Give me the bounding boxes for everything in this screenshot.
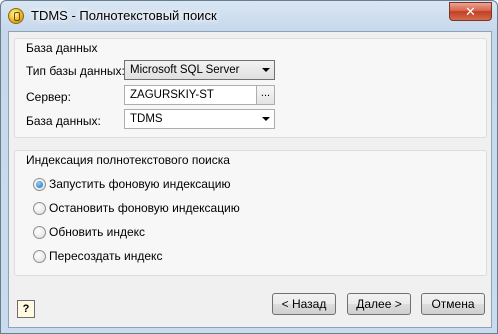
db-type-select[interactable]: Microsoft SQL Server [124, 60, 275, 80]
chevron-down-icon[interactable] [257, 110, 274, 128]
close-button[interactable]: ✕ [449, 2, 492, 21]
server-value: ZAGURSKIY-ST [130, 89, 214, 101]
cancel-button[interactable]: Отмена [421, 293, 485, 315]
radio-label: Остановить фоновую индексацию [49, 201, 240, 215]
help-button[interactable]: ? [17, 300, 35, 318]
server-field[interactable]: ZAGURSKIY-ST ... [124, 85, 275, 105]
next-button[interactable]: Далее > [347, 293, 411, 315]
database-group-title: База данных [26, 41, 98, 55]
database-group: База данных Тип базы данных: Microsoft S… [14, 38, 487, 138]
indexing-group-title: Индексация полнотекстового поиска [26, 153, 230, 167]
db-type-value: Microsoft SQL Server [130, 64, 240, 76]
db-name-select[interactable]: TDMS [124, 109, 275, 129]
back-button[interactable]: < Назад [272, 293, 336, 315]
server-label: Сервер: [26, 90, 71, 104]
db-name-value: TDMS [130, 113, 163, 125]
dialog-body: База данных Тип базы данных: Microsoft S… [8, 31, 492, 328]
window-title: TDMS - Полнотекстовый поиск [31, 8, 217, 23]
radio-button[interactable] [33, 250, 46, 263]
browse-server-button[interactable]: ... [256, 86, 274, 104]
db-name-label: База данных: [26, 114, 101, 128]
app-icon [8, 8, 24, 24]
indexing-group: Индексация полнотекстового поиска Запуст… [14, 150, 487, 276]
title-bar[interactable]: TDMS - Полнотекстовый поиск ✕ [1, 1, 497, 31]
radio-label: Пересоздать индекс [49, 249, 163, 263]
radio-label: Запустить фоновую индексацию [49, 177, 231, 191]
dialog-window: TDMS - Полнотекстовый поиск ✕ База данны… [0, 0, 498, 334]
chevron-down-icon[interactable] [257, 61, 274, 79]
db-type-label: Тип базы данных: [26, 64, 125, 78]
radio-button[interactable] [33, 178, 46, 191]
radio-label: Обновить индекс [49, 225, 146, 239]
radio-button[interactable] [33, 226, 46, 239]
radio-button[interactable] [33, 202, 46, 215]
